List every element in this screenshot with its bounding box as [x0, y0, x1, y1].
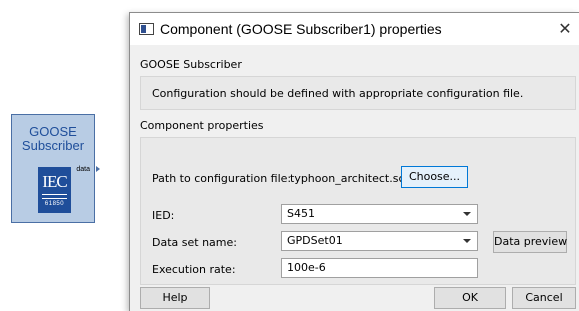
dataset-select[interactable]: GPDSet01	[281, 231, 478, 251]
info-text: Configuration should be defined with app…	[152, 87, 524, 100]
choose-file-button[interactable]: Choose...	[401, 166, 468, 188]
info-panel: Configuration should be defined with app…	[140, 76, 576, 110]
block-title: GOOSE Subscriber	[12, 125, 94, 153]
path-value: typhoon_architect.scd	[290, 172, 412, 185]
dialog-title: Component (GOOSE Subscriber1) properties	[160, 21, 442, 37]
data-preview-button[interactable]: Data preview	[493, 231, 567, 253]
window-icon	[139, 23, 154, 35]
properties-dialog: Component (GOOSE Subscriber1) properties…	[129, 12, 579, 311]
output-port-arrow-icon[interactable]	[96, 166, 100, 172]
ied-chevron-down-icon	[463, 212, 471, 216]
ied-label: IED:	[152, 209, 175, 222]
iec-logo-icon: IEC 61850	[38, 167, 71, 213]
block-title-line1: GOOSE	[29, 124, 77, 139]
iec-logo-text: IEC	[42, 172, 67, 191]
properties-panel: Path to configuration file: typhoon_arch…	[140, 137, 576, 285]
section-goose-subscriber-label: GOOSE Subscriber	[140, 58, 242, 71]
path-label: Path to configuration file:	[152, 172, 292, 185]
cancel-button[interactable]: Cancel	[512, 287, 576, 309]
dataset-select-value: GPDSet01	[287, 234, 343, 247]
help-button[interactable]: Help	[140, 287, 210, 309]
dataset-label: Data set name:	[152, 236, 237, 249]
ied-select[interactable]: S451	[281, 204, 478, 224]
iec-logo-number: 61850	[44, 201, 65, 207]
block-port-label: data	[76, 166, 90, 173]
dialog-titlebar[interactable]: Component (GOOSE Subscriber1) properties…	[130, 13, 579, 45]
execution-rate-label: Execution rate:	[152, 263, 236, 276]
block-title-line2: Subscriber	[21, 138, 85, 153]
ok-button[interactable]: OK	[434, 287, 506, 309]
execution-rate-input[interactable]: 100e-6	[281, 258, 478, 278]
close-button[interactable]: ✕	[555, 19, 575, 39]
ied-select-value: S451	[287, 207, 315, 220]
iec-logo-lines	[42, 194, 67, 199]
section-component-properties-label: Component properties	[140, 119, 264, 132]
dataset-chevron-down-icon	[463, 239, 471, 243]
goose-subscriber-block[interactable]: GOOSE Subscriber IEC 61850 data	[11, 114, 95, 223]
